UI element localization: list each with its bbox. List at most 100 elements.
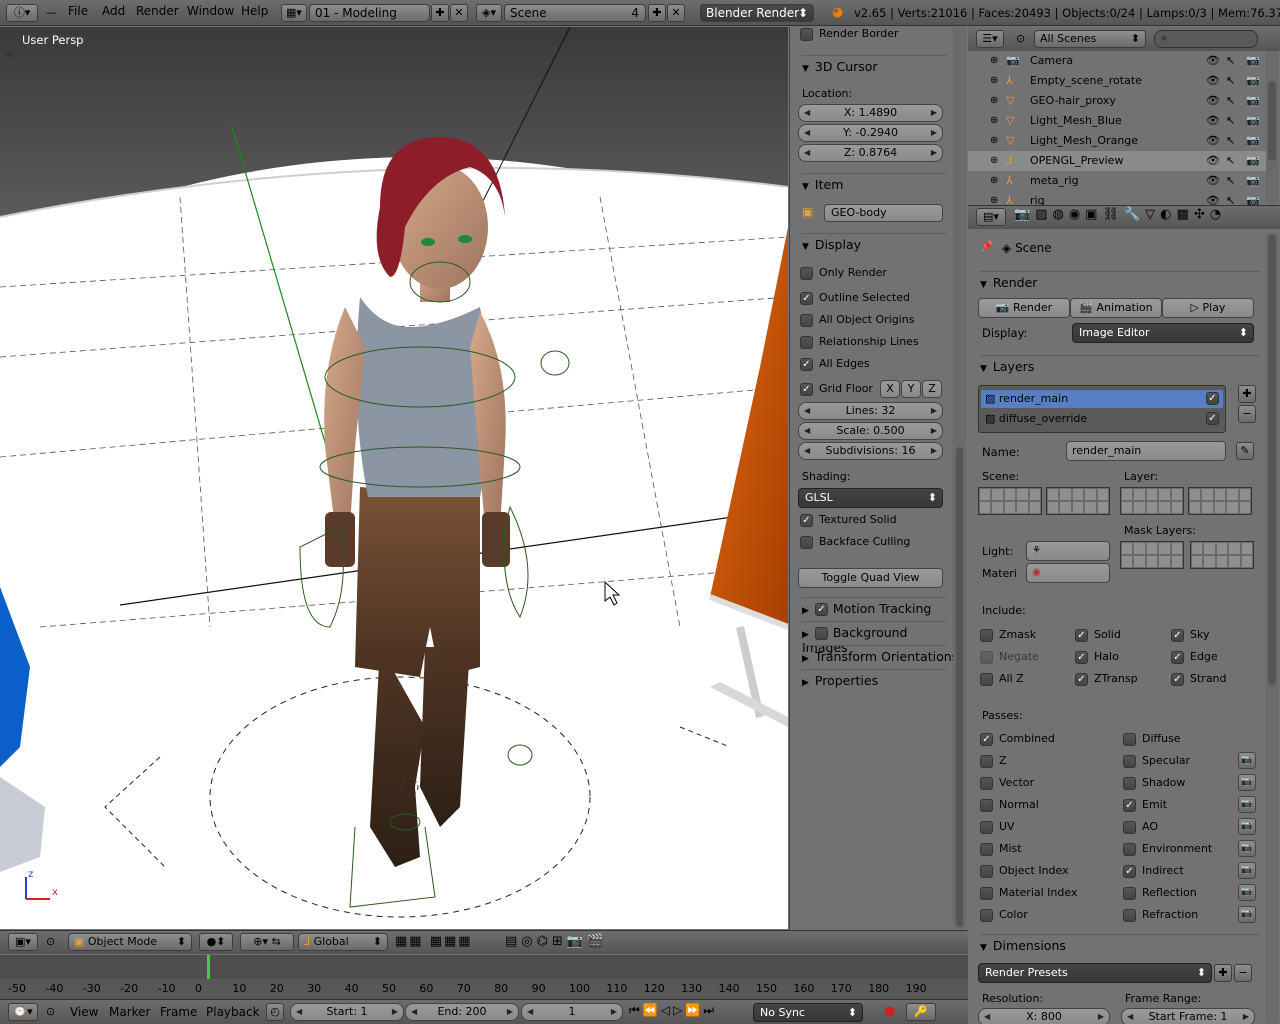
preview-range-icon[interactable]: ◴ <box>266 1003 284 1021</box>
layer-cell[interactable] <box>991 488 1004 501</box>
layer-cell[interactable] <box>1240 555 1253 568</box>
layer-cell[interactable] <box>1145 501 1159 514</box>
layer-item[interactable]: ▨ diffuse_override ✓ <box>981 410 1223 428</box>
object-context-icon[interactable]: ▣ <box>1085 207 1102 222</box>
layer-grid[interactable] <box>1046 487 1110 515</box>
visibility-eye-icon[interactable]: 👁 <box>1206 151 1220 171</box>
layer-cell[interactable] <box>1189 488 1202 501</box>
layer-grid[interactable] <box>1120 487 1184 515</box>
snap-tools[interactable]: ▤◎⌬⊞📷🎬 <box>505 934 607 949</box>
include-edge[interactable]: ✓ Edge <box>1171 648 1218 666</box>
start-field[interactable]: ◀ Start: 1 ▶ <box>290 1003 404 1021</box>
pass-checkbox[interactable] <box>1123 754 1136 768</box>
selectability-cursor-icon[interactable]: ↖ <box>1226 91 1235 111</box>
backface-culling-toggle[interactable]: Backface Culling <box>800 533 910 551</box>
outliner-item[interactable]: ⊕ ▽ GEO-hair_proxy 👁 ↖ 📷 <box>968 91 1266 111</box>
include-negate[interactable]: Negate <box>980 648 1039 666</box>
outliner-view-toggle-icon[interactable]: ⊙ <box>1016 32 1025 45</box>
menu-file[interactable]: File <box>68 4 88 18</box>
include-strand[interactable]: ✓ Strand <box>1171 670 1227 688</box>
keying-set-icon[interactable]: 🔑 <box>906 1003 936 1021</box>
3d-viewport[interactable]: User Persp ✚ z x <box>0 27 788 929</box>
record-icon[interactable]: ● <box>884 1004 895 1019</box>
expand-icon[interactable]: ⊕ <box>990 171 998 191</box>
only-render-toggle[interactable]: Only Render <box>800 264 887 282</box>
outline-selected-toggle[interactable]: ✓ Outline Selected <box>800 289 910 307</box>
pass-checkbox[interactable] <box>1123 886 1136 900</box>
grid-floor-toggle[interactable]: ✓ Grid Floor <box>800 380 873 398</box>
menu-add[interactable]: Add <box>102 4 125 18</box>
physics-context-icon[interactable]: ◔ <box>1210 207 1226 222</box>
selectability-cursor-icon[interactable]: ↖ <box>1226 51 1235 71</box>
layer-cell[interactable] <box>1213 488 1227 501</box>
layer-cell[interactable] <box>1158 555 1171 568</box>
layer-cell[interactable] <box>1228 542 1241 555</box>
pass-checkbox[interactable]: ✓ <box>1123 864 1136 878</box>
layer-cell[interactable] <box>1238 488 1251 501</box>
render-still-icon[interactable]: 📷 <box>567 934 587 949</box>
properties-scrollbar[interactable] <box>1266 233 1278 1023</box>
expand-icon[interactable]: ⊕ <box>990 151 998 171</box>
background-images-checkbox[interactable] <box>814 627 828 640</box>
renderability-camera-icon[interactable]: 📷 <box>1246 111 1260 131</box>
layer-cell[interactable] <box>1016 488 1029 501</box>
toggle-quad-view-button[interactable]: Toggle Quad View <box>798 568 943 588</box>
motion-tracking-header[interactable]: ▶ ✓ Motion Tracking <box>802 597 947 616</box>
grid-axis-y-button[interactable]: Y <box>901 380 921 398</box>
exclude-pass-camera-icon[interactable]: 📷 <box>1238 796 1256 813</box>
pass-checkbox[interactable] <box>980 798 993 812</box>
layer-buttons[interactable]: ▦▦ ▦▦▦ <box>395 934 473 949</box>
layer-cell[interactable] <box>1059 488 1072 501</box>
play-reverse-icon[interactable]: ◁ <box>661 1003 673 1017</box>
all-edges-toggle[interactable]: ✓ All Edges <box>800 355 870 373</box>
menu-marker[interactable]: Marker <box>109 1005 150 1019</box>
pass-checkbox[interactable] <box>980 864 993 878</box>
layer-cell[interactable] <box>1145 488 1159 501</box>
add-preset-icon[interactable]: ✚ <box>1214 964 1232 982</box>
pass-toggle[interactable]: Shadow 📷 <box>1123 772 1258 794</box>
menu-help[interactable]: Help <box>241 4 268 18</box>
proportional-icon[interactable]: ▤ <box>505 934 521 949</box>
pass-checkbox[interactable]: ✓ <box>980 732 993 746</box>
layer-cell[interactable] <box>1238 501 1251 514</box>
cursor-y-field[interactable]: ◀ Y: -0.2940 ▶ <box>798 124 943 142</box>
layer-grid[interactable] <box>1188 487 1252 515</box>
particles-context-icon[interactable]: ✣ <box>1194 207 1210 222</box>
layer-grid[interactable] <box>1190 541 1254 569</box>
layer-grid[interactable] <box>1120 541 1184 569</box>
resolution-x-field[interactable]: ◀ X: 800 ▶ <box>978 1008 1110 1024</box>
include-allz[interactable]: All Z <box>980 670 1024 688</box>
renderability-camera-icon[interactable]: 📷 <box>1246 71 1260 91</box>
collapse-header-icon[interactable]: ⊙ <box>46 935 55 948</box>
play-forward-icon[interactable]: ▷ <box>673 1003 685 1017</box>
exclude-pass-camera-icon[interactable]: 📷 <box>1238 752 1256 769</box>
render-anim-icon[interactable]: 🎬 <box>587 934 607 949</box>
dimensions-panel-header[interactable]: ▼ Dimensions <box>980 934 1260 953</box>
layer-cell[interactable] <box>979 501 992 514</box>
include-halo[interactable]: ✓ Halo <box>1075 648 1119 666</box>
pass-toggle[interactable]: ✓ Indirect 📷 <box>1123 860 1258 882</box>
ztransp-checkbox[interactable]: ✓ <box>1075 672 1088 686</box>
scene-context-icon[interactable]: ◍ <box>1052 207 1068 222</box>
pass-toggle[interactable]: Z <box>980 750 1120 772</box>
layer-cell[interactable] <box>1121 501 1134 514</box>
shelf-scrollbar-thumb[interactable] <box>956 447 963 927</box>
layer-grids[interactable] <box>978 487 1266 517</box>
pass-checkbox[interactable] <box>980 886 993 900</box>
pass-toggle[interactable]: Vector <box>980 772 1120 794</box>
prev-keyframe-icon[interactable]: ⏪ <box>643 1003 661 1017</box>
layer-cell[interactable] <box>1028 501 1041 514</box>
render-button[interactable]: 📷 Render <box>978 298 1070 318</box>
current-frame-marker[interactable] <box>207 955 210 979</box>
shading-select[interactable]: GLSL ⬍ <box>798 488 943 508</box>
item-name-field[interactable]: GEO-body <box>824 204 943 222</box>
selectability-cursor-icon[interactable]: ↖ <box>1226 111 1235 131</box>
mode-select[interactable]: ▣ Object Mode ⬍ <box>68 933 192 951</box>
timeline[interactable]: -50 -40 -30 -20 -10 0 10 20 30 40 50 60 70 80 90 100 110… <box>0 955 968 999</box>
add-screen-icon[interactable]: ✚ <box>431 4 449 22</box>
pass-checkbox[interactable]: ✓ <box>1123 798 1136 812</box>
cursor-z-field[interactable]: ◀ Z: 0.8764 ▶ <box>798 144 943 162</box>
exclude-pass-camera-icon[interactable]: 📷 <box>1238 862 1256 879</box>
layer-cell[interactable] <box>1028 488 1041 501</box>
layer-cell[interactable] <box>1016 501 1029 514</box>
